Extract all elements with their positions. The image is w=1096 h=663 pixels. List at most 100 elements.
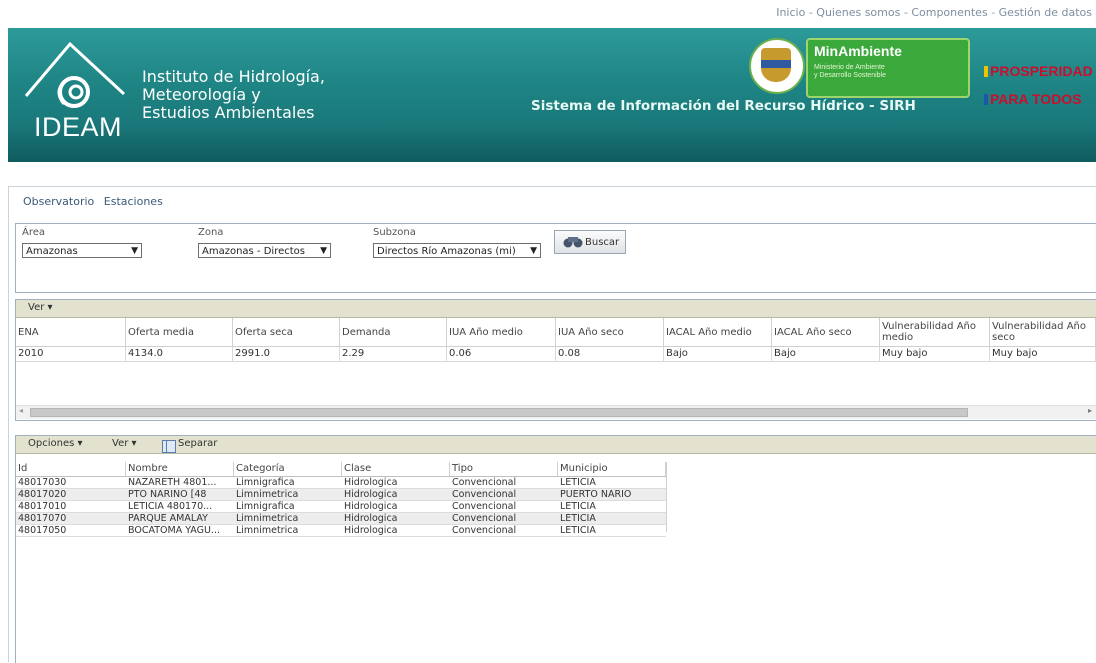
ver-menu-label: Ver xyxy=(112,438,129,449)
table-cell: Bajo xyxy=(664,347,772,361)
table-cell: BOCATOMA YAGU... xyxy=(128,525,220,536)
ena-grid-toolbar: Ver ▾ xyxy=(16,300,1096,318)
institute-name: Instituto de Hidrología, Meteorología y … xyxy=(142,67,325,122)
stations-grid-toolbar: Opciones ▾ Ver ▾ Separar xyxy=(16,436,1096,454)
link-gestion-datos[interactable]: Gestión de datos xyxy=(999,6,1092,19)
table-cell: Bajo xyxy=(772,347,880,361)
column-header[interactable]: IUA Año medio xyxy=(447,318,556,346)
table-cell: Limnimetrica xyxy=(236,489,299,500)
split-view-icon[interactable] xyxy=(162,440,176,453)
table-cell: Hidrologica xyxy=(344,489,398,500)
area-select[interactable]: Amazonas ▼ xyxy=(22,243,142,258)
table-cell: 0.08 xyxy=(556,347,664,361)
ena-grid: Ver ▾ ENA Oferta media Oferta seca Deman… xyxy=(15,299,1096,421)
table-cell: NAZARETH 4801... xyxy=(128,477,217,488)
ideam-logo-icon xyxy=(24,41,126,108)
ministry-subtitle: Ministerio de Ambiente y Desarrollo Sost… xyxy=(814,64,886,79)
table-cell: 2.29 xyxy=(340,347,447,361)
table-cell: Hidrologica xyxy=(344,525,398,536)
table-cell: Limnigrafica xyxy=(236,477,295,488)
link-quienes-somos[interactable]: Quienes somos xyxy=(816,6,900,19)
table-cell: 48017030 xyxy=(18,477,67,488)
table-row[interactable]: 48017070 PARQUE AMALAY Limnimetrica Hidr… xyxy=(16,513,666,525)
table-cell: Muy bajo xyxy=(990,347,1096,361)
separar-button[interactable]: Separar xyxy=(178,438,217,449)
shield-band xyxy=(761,60,791,68)
table-cell: 0.06 xyxy=(447,347,556,361)
table-cell: PUERTO NARIO xyxy=(560,489,632,500)
column-header[interactable]: Vulnerabilidad Año seco xyxy=(990,318,1096,346)
link-componentes[interactable]: Componentes xyxy=(911,6,987,19)
table-cell: 4134.0 xyxy=(126,347,233,361)
zona-select[interactable]: Amazonas - Directos ▼ xyxy=(198,243,331,258)
table-cell: 48017070 xyxy=(18,513,67,524)
stations-grid: Opciones ▾ Ver ▾ Separar Id Nombre Categ… xyxy=(15,435,1096,663)
table-row[interactable]: 48017050 BOCATOMA YAGU... Limnimetrica H… xyxy=(16,525,666,537)
column-header[interactable]: ENA xyxy=(16,318,126,346)
caret-down-icon: ▾ xyxy=(77,438,83,449)
scrollbar-thumb[interactable] xyxy=(30,408,968,417)
main-panel: Observatorio Estaciones Área Amazonas ▼ … xyxy=(8,186,1096,663)
opciones-menu-label: Opciones xyxy=(28,438,75,449)
table-cell: LETICIA xyxy=(560,501,596,512)
table-cell: Limnimetrica xyxy=(236,525,299,536)
grid-divider xyxy=(666,462,667,532)
table-cell: PTO NARIÑO [48 xyxy=(128,489,207,500)
ver-menu-button[interactable]: Ver ▾ xyxy=(112,438,137,449)
system-title: Sistema de Información del Recurso Hídri… xyxy=(531,98,916,114)
tab-bar: Observatorio Estaciones xyxy=(23,195,169,208)
table-row[interactable]: 2010 4134.0 2991.0 2.29 0.06 0.08 Bajo B… xyxy=(16,347,1096,362)
search-button[interactable]: Buscar xyxy=(554,230,626,254)
filter-panel: Área Amazonas ▼ Zona Amazonas - Directos… xyxy=(15,223,1096,293)
ver-menu-label: Ver xyxy=(28,302,45,313)
table-cell: 48017050 xyxy=(18,525,67,536)
column-header[interactable]: Oferta seca xyxy=(233,318,340,346)
dropdown-arrow-icon: ▼ xyxy=(530,246,537,256)
link-inicio[interactable]: Inicio xyxy=(776,6,805,19)
area-select-value: Amazonas xyxy=(26,246,78,257)
caret-down-icon: ▾ xyxy=(47,302,53,313)
column-header[interactable]: Oferta media xyxy=(126,318,233,346)
slogan-line1: PROSPERIDAD xyxy=(990,63,1093,79)
tab-estaciones[interactable]: Estaciones xyxy=(104,195,163,208)
column-header[interactable]: Nombre xyxy=(126,462,234,476)
slogan-logo: PROSPERIDAD PARA TODOS xyxy=(984,50,1093,106)
table-cell: Hidrologica xyxy=(344,513,398,524)
ministry-logo: MinAmbiente Ministerio de Ambiente y Des… xyxy=(806,38,970,98)
table-row[interactable]: 48017030 NAZARETH 4801... Limnigrafica H… xyxy=(16,477,666,489)
table-cell: 2991.0 xyxy=(233,347,340,361)
column-header[interactable]: Clase xyxy=(342,462,450,476)
column-header[interactable]: Municipio xyxy=(558,462,666,476)
separator: - xyxy=(991,6,999,19)
column-header[interactable]: Vulnerabilidad Año medio xyxy=(880,318,990,346)
tab-observatorio[interactable]: Observatorio xyxy=(23,195,94,208)
column-header[interactable]: IACAL Año medio xyxy=(664,318,772,346)
horizontal-scrollbar[interactable]: ◂ ▸ xyxy=(16,405,1096,419)
scroll-left-icon[interactable]: ◂ xyxy=(19,406,23,415)
column-header[interactable]: IUA Año seco xyxy=(556,318,664,346)
flag-bar-yellow xyxy=(984,66,988,77)
scroll-right-icon[interactable]: ▸ xyxy=(1088,406,1092,415)
table-row[interactable]: 48017010 LETICIA 480170... Limnigrafica … xyxy=(16,501,666,513)
table-cell: LETICIA xyxy=(560,477,596,488)
stations-grid-header: Id Nombre Categoría Clase Tipo Municipio xyxy=(16,462,666,477)
ideam-logo-text: IDEAM xyxy=(34,112,123,142)
dropdown-arrow-icon: ▼ xyxy=(320,246,327,256)
area-label: Área xyxy=(22,227,46,238)
column-header[interactable]: Categoría xyxy=(234,462,342,476)
table-cell: LETICIA 480170... xyxy=(128,501,213,512)
slogan-line2: PARA TODOS xyxy=(990,91,1082,107)
column-header[interactable]: Id xyxy=(16,462,126,476)
table-cell: Hidrologica xyxy=(344,477,398,488)
opciones-menu-button[interactable]: Opciones ▾ xyxy=(28,438,83,449)
ver-menu-button[interactable]: Ver ▾ xyxy=(28,302,53,313)
subzona-select[interactable]: Directos Río Amazonas (mi) ▼ xyxy=(373,243,541,258)
table-cell: 48017010 xyxy=(18,501,67,512)
column-header[interactable]: Tipo xyxy=(450,462,558,476)
column-header[interactable]: Demanda xyxy=(340,318,447,346)
banner-shade xyxy=(8,124,1096,162)
table-row[interactable]: 48017020 PTO NARIÑO [48 Limnimetrica Hid… xyxy=(16,489,666,501)
table-cell: Limnigrafica xyxy=(236,501,295,512)
column-header[interactable]: IACAL Año seco xyxy=(772,318,880,346)
zona-select-value: Amazonas - Directos xyxy=(202,246,305,257)
